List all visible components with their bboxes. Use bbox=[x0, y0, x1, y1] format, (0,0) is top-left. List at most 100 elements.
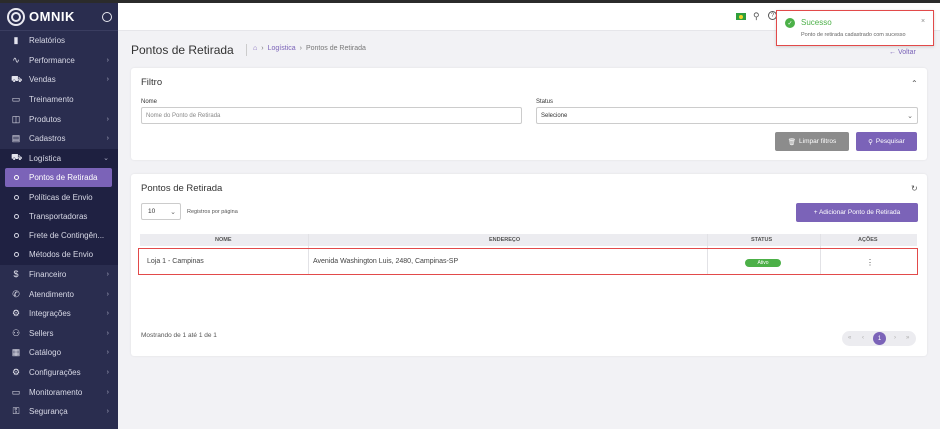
per-page-select[interactable]: 10 ⌄ bbox=[141, 203, 181, 220]
name-input[interactable]: Nome do Ponto de Retirada bbox=[141, 107, 522, 124]
col-acoes: AÇÕES bbox=[858, 237, 878, 243]
chevron-right-icon: › bbox=[106, 349, 109, 357]
next-page-button[interactable]: › bbox=[894, 335, 896, 341]
add-pickup-point-button[interactable]: + Adicionar Ponto de Retirada bbox=[796, 203, 918, 222]
sidebar-item-label: Catálogo bbox=[29, 348, 62, 358]
chevron-right-icon: › bbox=[106, 270, 109, 278]
sidebar-item-sellers[interactable]: ⚇ Sellers › bbox=[0, 323, 118, 343]
breadcrumb-logistica[interactable]: Logística bbox=[268, 45, 296, 52]
truck-icon: ⛟ bbox=[11, 152, 23, 163]
sidebar-item-integra-es[interactable]: ⚙ Integrações › bbox=[0, 304, 118, 324]
page-1-button[interactable]: 1 bbox=[873, 332, 886, 345]
last-page-button[interactable]: » bbox=[906, 335, 909, 341]
trash-icon: 🗑 bbox=[787, 138, 797, 146]
sidebar-item-atendimento[interactable]: ✆ Atendimento › bbox=[0, 284, 118, 304]
sidebar-subitem-m-todos-de-envio[interactable]: Métodos de Envio bbox=[0, 245, 118, 264]
refresh-icon[interactable]: ↻ bbox=[911, 184, 918, 193]
per-page-label: Registros por página bbox=[187, 209, 238, 215]
chevron-right-icon: › bbox=[106, 290, 109, 298]
col-status[interactable]: STATUS bbox=[751, 237, 772, 243]
sidebar-item-treinamento[interactable]: ▭ Treinamento bbox=[0, 90, 118, 110]
toast-message: Ponto de retirada cadastrado com sucesso bbox=[801, 32, 906, 38]
phone-icon: ✆ bbox=[12, 288, 20, 299]
sidebar-item-label: Cadastros bbox=[29, 134, 66, 144]
book-icon: ▭ bbox=[11, 94, 21, 105]
sidebar-item-financeiro[interactable]: $ Financeiro › bbox=[0, 265, 118, 285]
sidebar-item-monitoramento[interactable]: ▭ Monitoramento › bbox=[0, 382, 118, 402]
breadcrumb-divider bbox=[246, 44, 247, 56]
sidebar-item-seguran-a[interactable]: ⚿ Segurança › bbox=[0, 402, 118, 422]
chevron-right-icon: › bbox=[106, 310, 109, 318]
table-header: NOME ENDEREÇO STATUS AÇÕES bbox=[140, 234, 917, 246]
brazil-flag-icon[interactable] bbox=[736, 13, 746, 20]
search-icon[interactable]: ⚲ bbox=[753, 11, 760, 22]
clear-filters-button[interactable]: 🗑 Limpar filtros bbox=[775, 132, 849, 151]
dollar-icon: $ bbox=[13, 269, 19, 280]
folder-icon: ▤ bbox=[11, 133, 21, 144]
prev-page-button[interactable]: ‹ bbox=[862, 335, 864, 341]
sidebar-item-performance[interactable]: ∿ Performance › bbox=[0, 51, 118, 71]
sidebar-subitem-label: Pontos de Retirada bbox=[29, 173, 98, 183]
col-nome[interactable]: NOME bbox=[215, 237, 232, 243]
sidebar-subitem-transportadoras[interactable]: Transportadoras bbox=[0, 207, 118, 226]
settings-icon: ⚙ bbox=[11, 366, 21, 377]
sidebar-item-label: Monitoramento bbox=[29, 387, 83, 397]
collapse-icon[interactable]: ⌃ bbox=[911, 79, 918, 88]
status-select-value: Selecione bbox=[541, 112, 568, 119]
catalog-icon: ▦ bbox=[11, 347, 21, 358]
brand[interactable]: omnik bbox=[0, 3, 118, 31]
sidebar-item-label: Atendimento bbox=[29, 289, 74, 299]
results-count: Mostrando de 1 até 1 de 1 bbox=[141, 332, 217, 339]
sidebar-item-label: Configurações bbox=[29, 367, 81, 377]
brand-settings-icon[interactable] bbox=[102, 11, 112, 22]
per-page-value: 10 bbox=[148, 208, 156, 215]
sidebar-item-vendas[interactable]: ⛟ Vendas › bbox=[0, 70, 118, 90]
first-page-button[interactable]: « bbox=[848, 335, 851, 341]
key-icon: ⚿ bbox=[12, 406, 20, 417]
list-title: Pontos de Retirada bbox=[141, 183, 223, 194]
chevron-right-icon: › bbox=[106, 135, 109, 143]
gear-icon: ⚙ bbox=[11, 308, 21, 319]
search-button[interactable]: ⚲ Pesquisar bbox=[856, 132, 917, 151]
sidebar-item-cadastros[interactable]: ▤ Cadastros › bbox=[0, 129, 118, 149]
sidebar-item-relat-rios[interactable]: ▮ Relatórios bbox=[0, 31, 118, 51]
check-circle-icon: ✓ bbox=[785, 18, 795, 28]
sidebar-item-configura-es[interactable]: ⚙ Configurações › bbox=[0, 363, 118, 383]
close-icon[interactable]: × bbox=[921, 18, 925, 25]
sidebar-item-label: Vendas bbox=[29, 75, 56, 85]
home-icon[interactable]: ⌂ bbox=[253, 45, 257, 52]
sidebar-item-produtos[interactable]: ◫ Produtos › bbox=[0, 109, 118, 129]
sidebar-subitem-label: Transportadoras bbox=[29, 211, 88, 221]
clear-filters-label: Limpar filtros bbox=[799, 138, 837, 145]
status-select[interactable]: Selecione ⌄ bbox=[536, 107, 918, 124]
back-link[interactable]: ← Voltar bbox=[889, 49, 916, 56]
bullet-icon bbox=[14, 252, 19, 258]
sidebar-item-label: Performance bbox=[29, 55, 75, 65]
col-endereco[interactable]: ENDEREÇO bbox=[489, 237, 520, 243]
breadcrumb-separator-icon: › bbox=[299, 45, 302, 52]
network-icon: ⚇ bbox=[11, 327, 21, 338]
sidebar-item-label: Relatórios bbox=[29, 36, 66, 46]
sidebar-subitem-pontos-de-retirada[interactable]: Pontos de Retirada bbox=[5, 168, 112, 188]
bullet-icon bbox=[14, 175, 19, 181]
search-button-label: Pesquisar bbox=[875, 138, 905, 145]
chevron-right-icon: › bbox=[106, 368, 109, 376]
sidebar-subitem-pol-ticas-de-envio[interactable]: Políticas de Envio bbox=[0, 187, 118, 206]
bar-chart-icon: ▮ bbox=[13, 35, 19, 46]
breadcrumb: ⌂ › Logística › Pontos de Retirada bbox=[253, 45, 366, 52]
sidebar-subitem-frete-de-conting-n-[interactable]: Frete de Contingên... bbox=[0, 226, 118, 245]
sidebar-subitem-label: Políticas de Envio bbox=[29, 192, 93, 202]
back-label: Voltar bbox=[897, 49, 916, 56]
chevron-right-icon: › bbox=[106, 408, 109, 416]
search-icon: ⚲ bbox=[868, 138, 873, 146]
sidebar-item-cat-logo[interactable]: ▦ Catálogo › bbox=[0, 343, 118, 363]
sidebar-item-label: Logística bbox=[29, 153, 62, 163]
trend-icon: ∿ bbox=[12, 54, 20, 65]
monitor-icon: ▭ bbox=[11, 386, 21, 397]
sidebar-item-log-stica[interactable]: ⛟ Logística ⌄ bbox=[0, 148, 118, 169]
chevron-right-icon: › bbox=[106, 329, 109, 337]
sidebar-item-label: Produtos bbox=[29, 114, 62, 124]
sidebar-item-label: Treinamento bbox=[29, 95, 74, 105]
sidebar: omnik ▮ Relatórios ∿ Performance › ⛟ Vendas › ▭ T… bbox=[0, 3, 118, 429]
chevron-right-icon: › bbox=[106, 388, 109, 396]
